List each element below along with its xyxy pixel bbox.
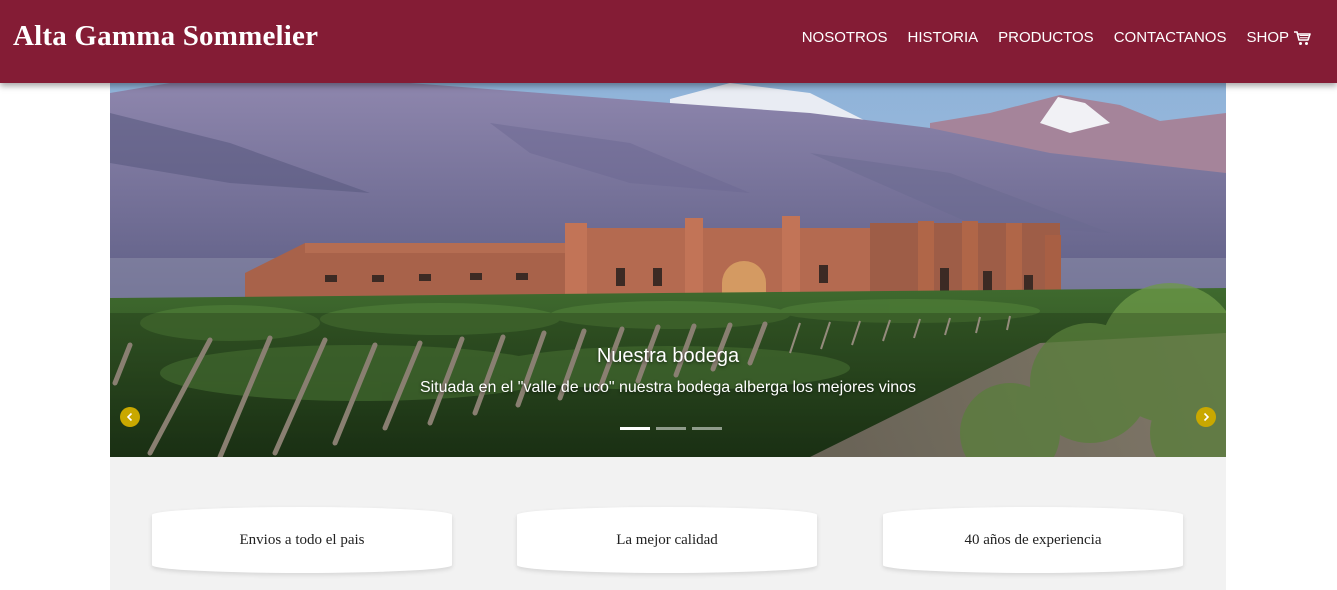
hero-carousel: Nuestra bodega Situada en el "valle de u…	[110, 83, 1226, 457]
nav-links: NOSOTROS HISTORIA PRODUCTOS CONTACTANOS …	[782, 29, 1311, 46]
chevron-left-icon	[126, 412, 133, 422]
chevron-right-icon	[1203, 412, 1210, 422]
slide-caption-title: Nuestra bodega	[596, 345, 740, 367]
navbar: Alta Gamma Sommelier NOSOTROS HISTORIA P…	[0, 0, 1337, 83]
nav-link-historia[interactable]: HISTORIA	[908, 29, 979, 46]
carousel-indicators	[617, 427, 725, 430]
nav-link-shop-label: SHOP	[1246, 29, 1289, 46]
carousel-prev-button[interactable]	[120, 407, 140, 427]
feature-card-shipping: Envios a todo el pais	[152, 507, 452, 573]
nav-link-contactanos[interactable]: CONTACTANOS	[1114, 29, 1227, 46]
feature-card-experience: 40 años de experiencia	[883, 507, 1183, 573]
nav-link-shop[interactable]: SHOP	[1246, 29, 1311, 46]
nav-link-nosotros[interactable]: NOSOTROS	[802, 29, 888, 46]
nav-link-productos[interactable]: PRODUCTOS	[998, 29, 1094, 46]
carousel-indicator-1[interactable]	[620, 427, 650, 430]
slide-caption-text: Situada en el "valle de uco" nuestra bod…	[419, 379, 917, 396]
features-section: Envios a todo el pais La mejor calidad 4…	[110, 457, 1226, 590]
carousel-next-button[interactable]	[1196, 407, 1216, 427]
feature-card-quality: La mejor calidad	[517, 507, 817, 573]
carousel-slide-image	[110, 83, 1226, 457]
brand-logo[interactable]: Alta Gamma Sommelier	[13, 20, 318, 53]
cart-icon	[1294, 30, 1311, 45]
carousel-indicator-3[interactable]	[692, 427, 722, 430]
carousel-indicator-2[interactable]	[656, 427, 686, 430]
